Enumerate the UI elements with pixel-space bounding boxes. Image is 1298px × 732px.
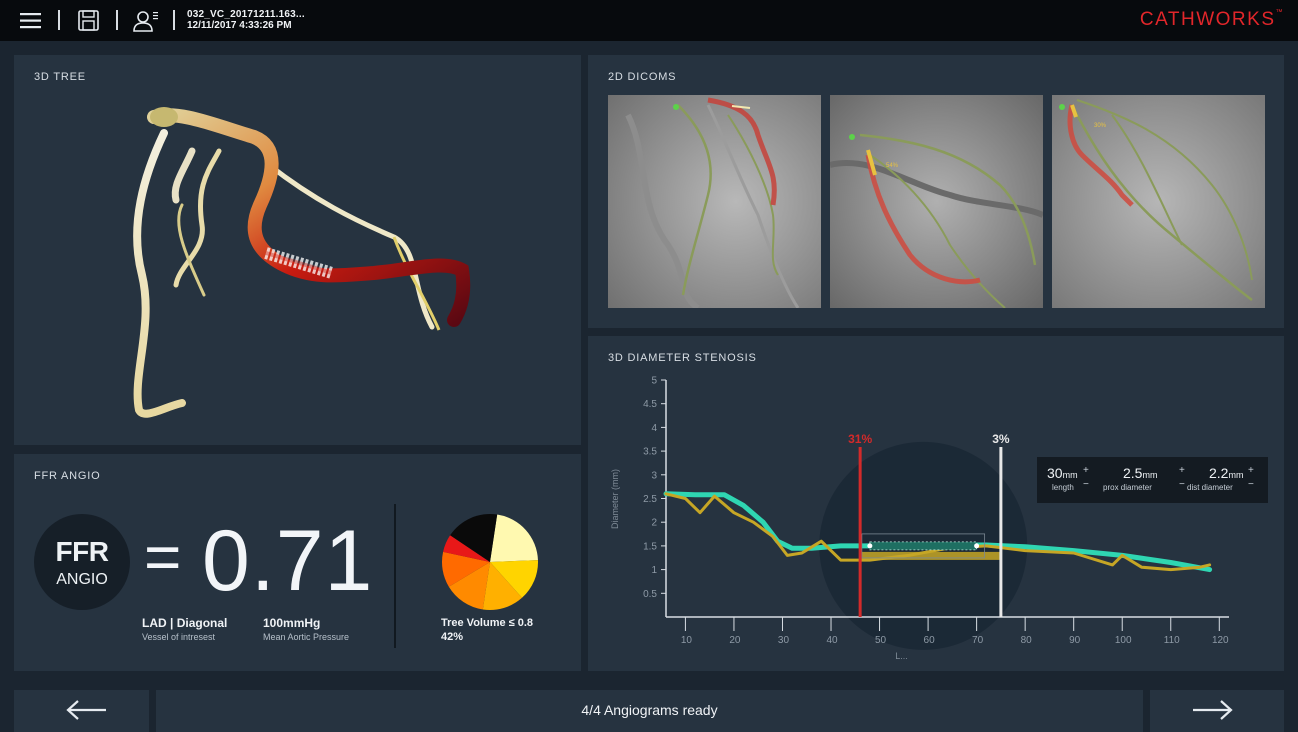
file-name: 032_VC_20171211.163... <box>187 9 305 20</box>
prox-diameter-label: prox diameter <box>1103 483 1152 492</box>
arrow-right-icon <box>1193 700 1233 720</box>
dicom-frame-2[interactable]: 54% <box>830 95 1043 308</box>
y-tick-label: 3.5 <box>643 447 657 458</box>
vessel-label: LAD | Diagonal <box>142 616 228 630</box>
file-date: 12/11/2017 4:33:26 PM <box>187 20 292 31</box>
y-tick-label: 3 <box>651 470 657 481</box>
dist-diameter-label: dist diameter <box>1187 483 1233 492</box>
prox-diameter-value: 2.5 <box>1123 465 1143 481</box>
x-axis-label: L... <box>895 651 908 661</box>
x-tick-label: 20 <box>729 635 741 646</box>
badge-ffr-text: FFR <box>55 536 109 567</box>
panel-title: 2D DICOMS <box>608 71 677 83</box>
back-button[interactable] <box>14 690 149 732</box>
user-settings-icon[interactable] <box>132 8 158 34</box>
toolbar-separator <box>173 10 175 30</box>
ffr-angio-badge: FFR ANGIO <box>34 514 130 610</box>
x-tick-label: 60 <box>924 635 936 646</box>
status-bar: 4/4 Angiograms ready <box>156 690 1143 732</box>
toolbar-separator <box>58 10 60 30</box>
stenosis-marker-label: 3% <box>992 432 1010 446</box>
tree-volume-value: 42% <box>441 631 464 643</box>
toolbar-separator <box>116 10 118 30</box>
dicom-frame-3[interactable]: 30% <box>1052 95 1265 308</box>
ffr-panel: FFR ANGIO FFR ANGIO = 0.71 LAD | Diagona… <box>14 454 581 671</box>
y-tick-label: 4.5 <box>643 399 657 410</box>
brand-name: CATHWORKS <box>1139 9 1276 30</box>
stenosis-annotation: 30% <box>1094 123 1107 129</box>
length-plus-button[interactable]: + <box>1083 465 1089 476</box>
pie-slice <box>490 514 538 562</box>
brand-logo: CATHWORKS™ <box>1140 9 1284 31</box>
menu-icon[interactable] <box>18 8 44 34</box>
y-tick-label: 1.5 <box>643 541 657 552</box>
tree-volume-pie-chart <box>442 514 538 610</box>
x-tick-label: 40 <box>826 635 838 646</box>
x-tick-label: 50 <box>875 635 887 646</box>
prox-diameter-plus-button[interactable]: + <box>1179 465 1185 476</box>
dicoms-panel: 2D DICOMS 54% 30% <box>588 55 1284 328</box>
stenosis-annotation: 54% <box>886 163 899 169</box>
length-unit: mm <box>1062 470 1078 480</box>
pressure-sub: Mean Aortic Pressure <box>263 632 350 642</box>
x-tick-label: 90 <box>1069 635 1081 646</box>
x-tick-label: 80 <box>1021 635 1033 646</box>
prox-diameter-unit: mm <box>1142 470 1158 480</box>
x-tick-label: 30 <box>778 635 790 646</box>
tree-panel: 3D TREE <box>14 55 581 445</box>
x-tick-label: 120 <box>1212 635 1229 646</box>
y-tick-label: 4 <box>651 423 657 434</box>
tree-volume-label: Tree Volume ≤ 0.8 <box>441 617 534 629</box>
panel-divider <box>394 504 396 648</box>
x-tick-label: 70 <box>972 635 984 646</box>
pressure-label: 100mmHg <box>263 616 321 630</box>
dist-diameter-value: 2.2 <box>1209 465 1229 481</box>
coronary-tree-render[interactable] <box>14 55 581 445</box>
brand-trademark: ™ <box>1275 9 1284 16</box>
diameter-stenosis-chart[interactable]: 5 4.5 4 3.5 3 2.5 2 1.5 1 0.5 10 20 30 40 50 60 70 80 90 10… <box>588 336 1284 671</box>
y-tick-label: 5 <box>651 376 657 387</box>
stenosis-marker-label: 31% <box>848 432 872 446</box>
save-icon[interactable] <box>76 8 102 34</box>
length-control: 30mm length + − <box>1047 465 1107 492</box>
x-tick-label: 10 <box>681 635 693 646</box>
badge-angio-text: ANGIO <box>56 571 108 588</box>
arrow-left-icon <box>66 700 106 720</box>
prox-diameter-control: 2.5mm prox diameter + − <box>1103 465 1187 492</box>
top-bar: 032_VC_20171211.163... 12/11/2017 4:33:2… <box>0 0 1298 41</box>
length-label: length <box>1052 483 1074 492</box>
y-axis-label: Diameter (mm) <box>610 469 620 529</box>
stent-handle-start <box>867 543 873 549</box>
equals-sign: = <box>144 521 182 593</box>
length-value: 30 <box>1047 465 1063 481</box>
stenosis-panel: 3D DIAMETER STENOSIS 5 4.5 4 3.5 3 2.5 2 1.5 1 0.… <box>588 336 1284 671</box>
x-tick-label: 110 <box>1164 635 1180 646</box>
dicom-frame-1[interactable] <box>608 95 821 308</box>
y-tick-label: 2 <box>651 518 657 529</box>
dist-diameter-plus-button[interactable]: + <box>1248 465 1254 476</box>
stent-handle-end <box>974 543 980 549</box>
vessel-sub: Vessel of intresest <box>142 632 216 642</box>
stent-mesh <box>869 541 978 551</box>
x-tick-label: 100 <box>1115 635 1132 646</box>
dist-diameter-control: 2.2mm dist diameter + − <box>1187 465 1267 492</box>
ffr-value: 0.71 <box>202 513 374 609</box>
dist-diameter-minus-button[interactable]: − <box>1248 479 1254 490</box>
panel-title: FFR ANGIO <box>34 470 101 482</box>
stent-controls: 30mm length + − 2.5mm prox diameter + − … <box>1037 457 1268 503</box>
y-tick-label: 2.5 <box>643 494 657 505</box>
y-tick-label: 0.5 <box>643 589 657 600</box>
length-minus-button[interactable]: − <box>1083 479 1089 490</box>
prox-diameter-minus-button[interactable]: − <box>1179 479 1185 490</box>
dist-diameter-unit: mm <box>1228 470 1244 480</box>
forward-button[interactable] <box>1150 690 1284 732</box>
y-tick-label: 1 <box>651 565 657 576</box>
